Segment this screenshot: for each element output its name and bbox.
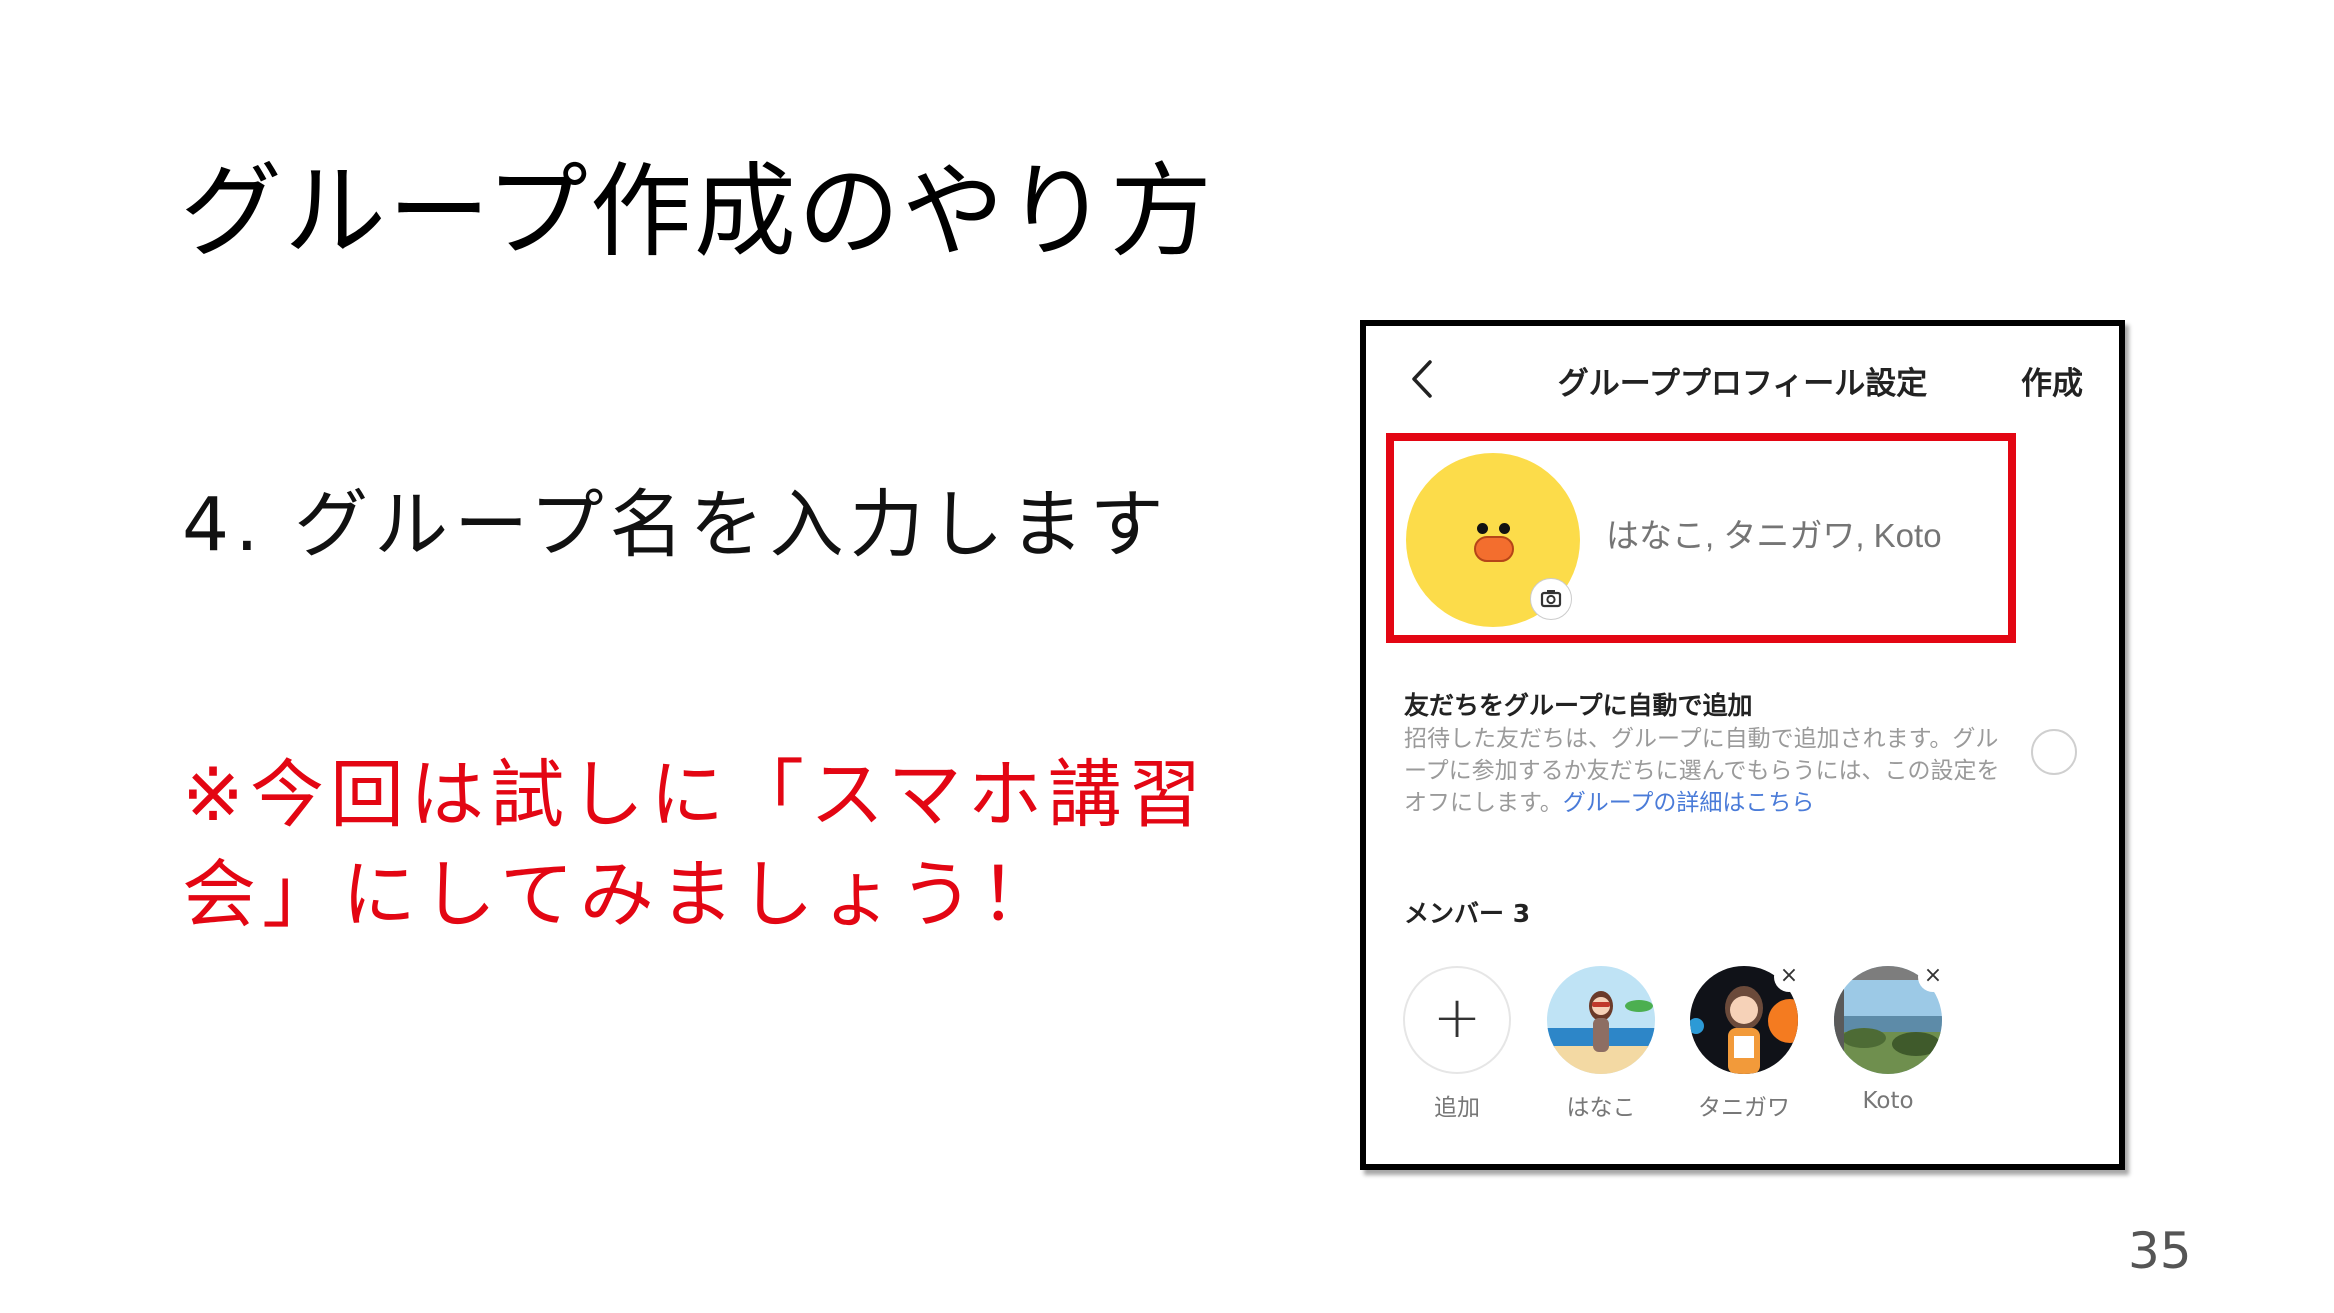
member-add[interactable]: + 追加: [1402, 966, 1512, 1122]
auto-add-description: 招待した友だちは、グループに自動で追加されます。グループに参加するか友だちに選ん…: [1404, 723, 2004, 819]
remove-member-icon[interactable]: ×: [1918, 962, 1948, 992]
group-avatar[interactable]: [1406, 453, 1580, 627]
avatar: ×: [1834, 962, 1948, 1074]
remove-member-icon[interactable]: ×: [1774, 962, 1804, 992]
avatar-right-eye: [1499, 523, 1510, 534]
avatar-left-eye: [1477, 523, 1488, 534]
camera-icon[interactable]: [1530, 578, 1572, 620]
avatar-beak: [1474, 536, 1514, 562]
member-name: タニガワ: [1698, 1095, 1790, 1121]
member-koto[interactable]: × Koto: [1833, 962, 1948, 1114]
members-count: メンバー 3: [1404, 899, 1531, 928]
member-tanigawa[interactable]: × タニガワ: [1689, 962, 1804, 1122]
avatar: ×: [1690, 962, 1804, 1074]
auto-add-title: 友だちをグループに自動で追加: [1404, 691, 1753, 720]
step-instruction: 4. グループ名を入力します: [182, 482, 1170, 568]
plus-icon[interactable]: +: [1403, 966, 1511, 1074]
group-details-link[interactable]: グループの詳細はこちら: [1563, 790, 1815, 816]
avatar: [1547, 966, 1655, 1074]
auto-add-toggle[interactable]: [2031, 729, 2077, 775]
member-name: はなこ: [1566, 1095, 1636, 1121]
header-title: グループプロフィール設定: [1557, 366, 1928, 402]
slide-title: グループ作成のやり方: [180, 153, 1214, 272]
member-hanako[interactable]: はなこ: [1546, 966, 1656, 1122]
member-name: Koto: [1862, 1088, 1914, 1114]
create-button[interactable]: 作成: [2021, 358, 2083, 403]
note-text: ※今回は試しに「スマホ講習会」にしてみましょう！: [182, 752, 1208, 938]
page-number: 35: [2128, 1222, 2192, 1280]
phone-screenshot: グループプロフィール設定 作成 友だちをグループに自動で追加 招待した友だちは、…: [1360, 320, 2125, 1170]
member-name: 追加: [1434, 1095, 1480, 1121]
group-profile-highlight: [1386, 433, 2016, 643]
group-name-input[interactable]: [1604, 516, 1998, 556]
